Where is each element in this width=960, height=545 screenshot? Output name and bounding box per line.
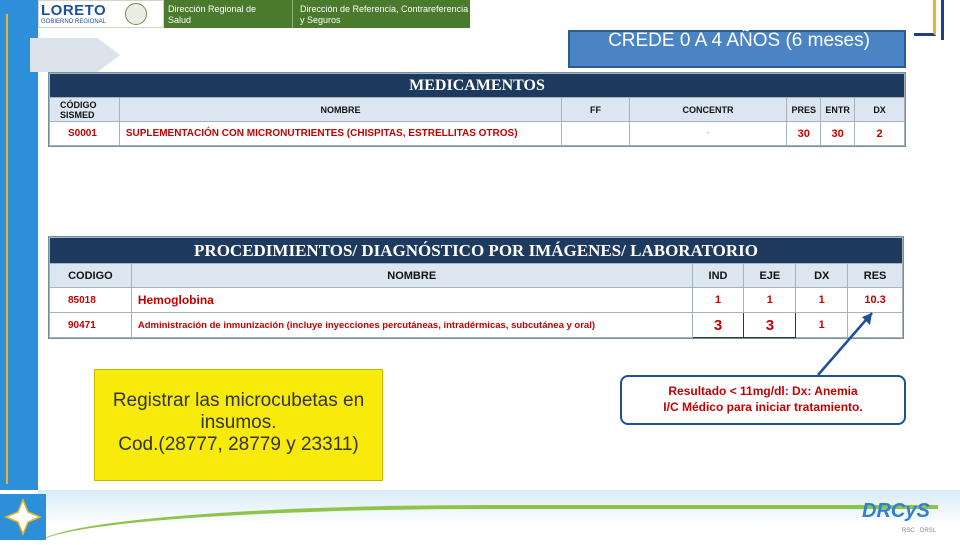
microcubetas-note: Registrar las microcubetas en insumos. C… — [94, 369, 383, 481]
cell-ff — [561, 121, 630, 146]
procedimientos-table: PROCEDIMIENTOS/ DIAGNÓSTICO POR IMÁGENES… — [48, 236, 904, 339]
header-divider — [292, 0, 293, 28]
brand-logo: DRCyS — [862, 500, 930, 522]
left-tab-decoration — [30, 38, 120, 72]
header-dept-salud: Dirección Regional de Salud — [168, 4, 257, 25]
cell-eje: 1 — [743, 287, 797, 313]
left-decorative-line — [6, 14, 16, 484]
col-ff: FF — [561, 97, 630, 122]
callout-line-2: I/C Médico para iniciar tratamiento. — [663, 400, 863, 414]
table-row: S0001 SUPLEMENTACIÓN CON MICRONUTRIENTES… — [49, 121, 905, 146]
table-row: 90471 Administración de inmunización (in… — [49, 312, 903, 338]
seal-icon — [125, 3, 147, 25]
col-dx: DX — [795, 263, 849, 288]
cell-codigo: 90471 — [49, 312, 132, 338]
logo-subtitle: GOBIERNO REGIONAL — [41, 19, 107, 25]
cell-nombre: Hemoglobina — [130, 287, 693, 313]
col-concentr: CONCENTR — [628, 97, 788, 122]
note-line-1: Registrar las microcubetas en — [112, 390, 365, 411]
callout-line-1: Resultado < 11mg/dl: Dx: Anemia — [668, 384, 858, 398]
cell-codigo: 85018 — [49, 287, 132, 313]
cell-nombre: Administración de inmunización (incluye … — [130, 312, 693, 338]
col-eje: EJE — [743, 263, 797, 288]
cross-emblem-icon — [0, 494, 46, 540]
note-line-2: insumos. — [200, 412, 277, 433]
col-nombre: NOMBRE — [130, 263, 693, 288]
cell-pres: 30 — [786, 121, 822, 146]
medicamentos-heading: MEDICAMENTOS — [49, 73, 905, 98]
col-codigo: CODIGO — [49, 263, 132, 288]
col-entr: ENTR — [820, 97, 856, 122]
col-pres: PRES — [786, 97, 822, 122]
cell-entr: 30 — [820, 121, 856, 146]
header-dept-referencia: Dirección de Referencia, Contrareferenci… — [300, 4, 469, 25]
medicamentos-table: MEDICAMENTOS CÓDIGO SISMED NOMBRE FF CON… — [48, 72, 906, 147]
cell-ind: 1 — [691, 287, 745, 313]
logo-text: LORETO — [41, 2, 107, 19]
table-row: 85018 Hemoglobina 1 1 1 10.3 — [49, 287, 903, 313]
callout-arrow — [817, 312, 873, 376]
procedimientos-heading: PROCEDIMIENTOS/ DIAGNÓSTICO POR IMÁGENES… — [49, 237, 903, 264]
corner-decoration-inner — [914, 0, 936, 36]
cell-dx: 2 — [854, 121, 905, 146]
cell-ind: 3 — [691, 312, 745, 338]
cell-codigo: S0001 — [49, 121, 120, 146]
col-codigo-sismed: CÓDIGO SISMED — [49, 97, 120, 122]
col-ind: IND — [691, 263, 745, 288]
slide-title: CREDE 0 A 4 AÑOS (6 meses) — [608, 30, 870, 51]
note-line-3: Cod.(28777, 28779 y 23311) — [118, 434, 359, 455]
cell-eje: 3 — [743, 312, 797, 338]
slide-title-box: CREDE 0 A 4 AÑOS (6 meses) — [568, 30, 906, 68]
col-dx: DX — [854, 97, 905, 122]
cell-concentr: - — [628, 121, 788, 146]
logo: LORETO GOBIERNO REGIONAL — [38, 0, 164, 28]
brand-sub: RSC · DRSL — [902, 528, 937, 534]
anemia-callout: Resultado < 11mg/dl: Dx: Anemia I/C Médi… — [620, 375, 906, 425]
cell-nombre: SUPLEMENTACIÓN CON MICRONUTRIENTES (CHIS… — [118, 121, 563, 146]
col-res: RES — [847, 263, 903, 288]
col-nombre: NOMBRE — [118, 97, 563, 122]
